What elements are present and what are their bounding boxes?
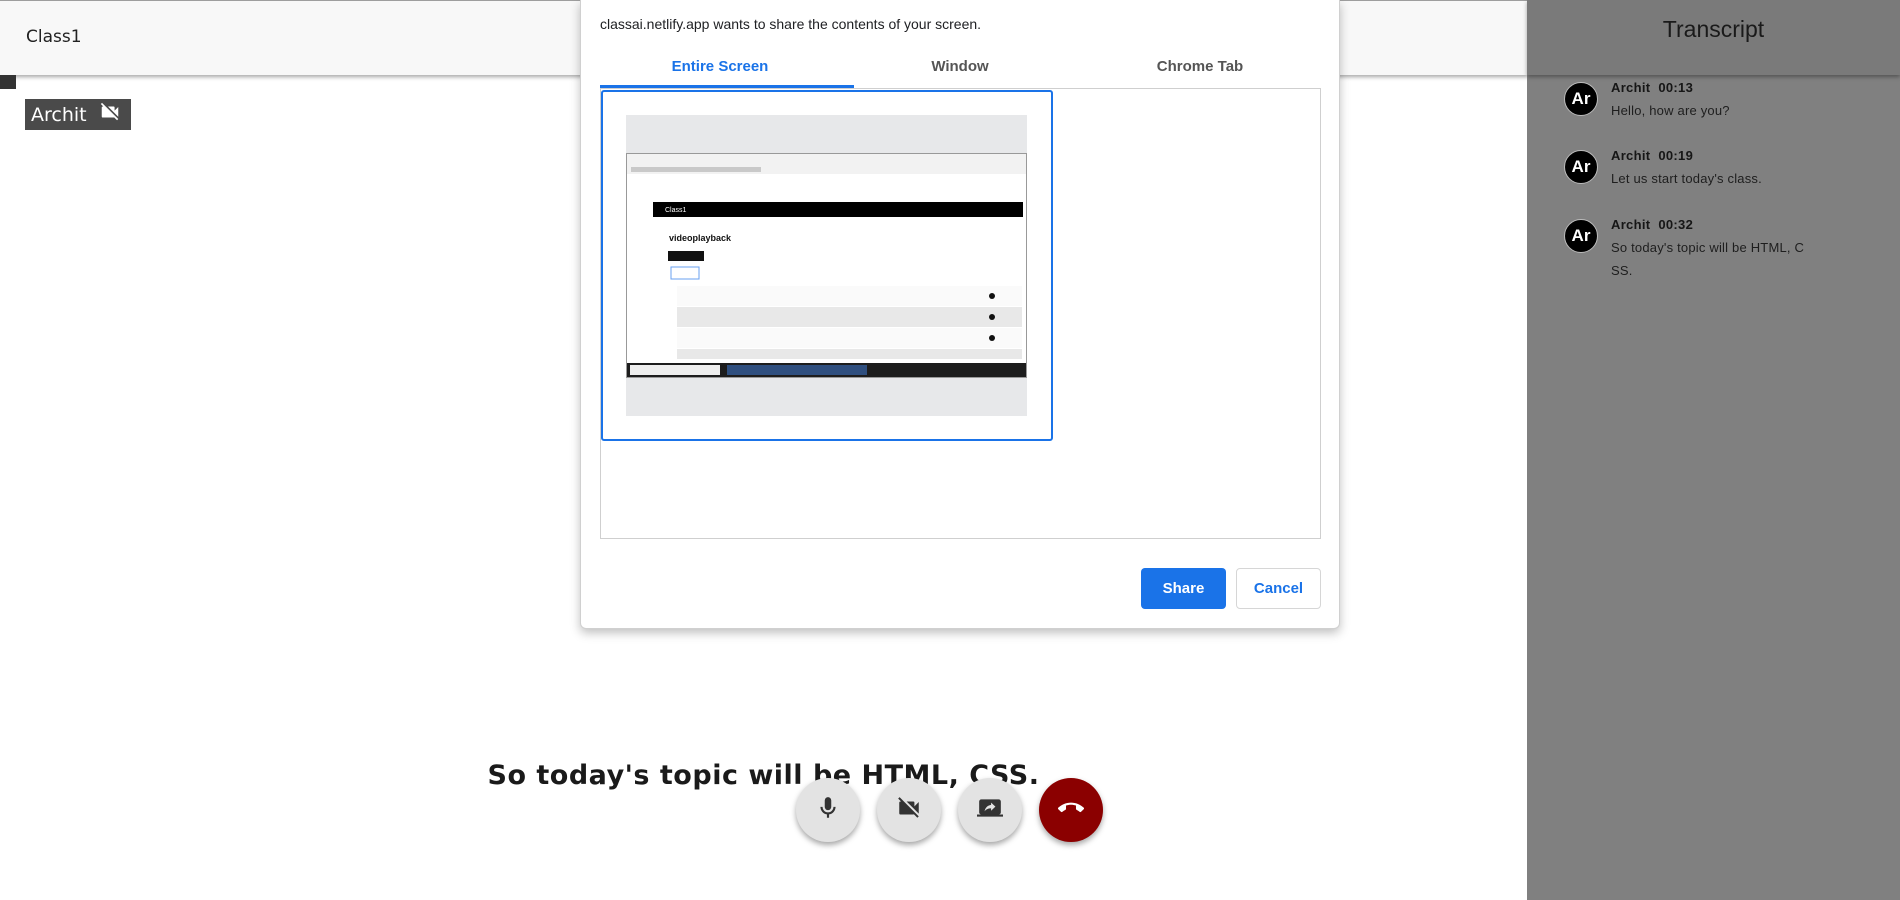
message-time: 00:32 (1658, 217, 1694, 232)
transcript-header: Transcript (1527, 0, 1900, 75)
entire-screen-thumbnail[interactable]: Class1 videoplayback (601, 90, 1053, 441)
message-meta: Archit 00:32 (1611, 217, 1693, 232)
microphone-icon (815, 795, 841, 826)
screen-share-button[interactable] (958, 778, 1022, 842)
videocam-off-icon (896, 795, 922, 826)
thumbnail-heading: videoplayback (669, 233, 732, 243)
message-time: 00:19 (1658, 148, 1694, 163)
message-text: Let us start today's class. (1611, 171, 1762, 186)
avatar: Ar (1564, 219, 1598, 253)
cancel-button[interactable]: Cancel (1236, 568, 1321, 609)
videocam-off-icon (99, 101, 121, 128)
thumbnail-app-label: Class1 (665, 207, 687, 214)
avatar: Ar (1564, 82, 1598, 116)
transcript-title: Transcript (1662, 16, 1765, 42)
tab-chrome-tab[interactable]: Chrome Tab (1080, 56, 1320, 89)
indicator-square (0, 75, 16, 89)
class-title: Class1 (26, 27, 82, 47)
mic-button[interactable] (796, 778, 860, 842)
screen-share-icon (977, 795, 1003, 826)
transcript-panel: Transcript Ar Archit 00:13 Hello, how are… (1527, 0, 1900, 900)
avatar: Ar (1564, 150, 1598, 184)
thumbnail-screen-preview: Class1 videoplayback (626, 153, 1027, 378)
message-text: Hello, how are you? (1611, 103, 1730, 118)
screen-preview-graphic: Class1 videoplayback (627, 154, 1026, 377)
message-meta: Archit 00:19 (1611, 148, 1693, 163)
end-call-button[interactable] (1039, 778, 1103, 842)
live-caption: So today's topic will be HTML, CSS. (487, 760, 1040, 791)
message-meta: Archit 00:13 (1611, 80, 1693, 95)
share-button[interactable]: Share (1141, 568, 1226, 609)
message-author: Archit (1611, 148, 1651, 163)
message-author: Archit (1611, 217, 1651, 232)
dialog-prompt: classai.netlify.app wants to share the c… (600, 16, 982, 32)
tab-window[interactable]: Window (840, 56, 1080, 89)
message-text: So today's topic will be HTML, C SS. (1611, 240, 1805, 278)
message-author: Archit (1611, 80, 1651, 95)
message-time: 00:13 (1658, 80, 1694, 95)
participant-name: Archit (31, 103, 87, 126)
participant-tag: Archit (25, 99, 131, 130)
share-screen-dialog: classai.netlify.app wants to share the c… (580, 0, 1340, 629)
thumbnail-background: Class1 videoplayback (626, 115, 1027, 416)
camera-toggle-button[interactable] (877, 778, 941, 842)
call-end-icon (1058, 795, 1084, 826)
